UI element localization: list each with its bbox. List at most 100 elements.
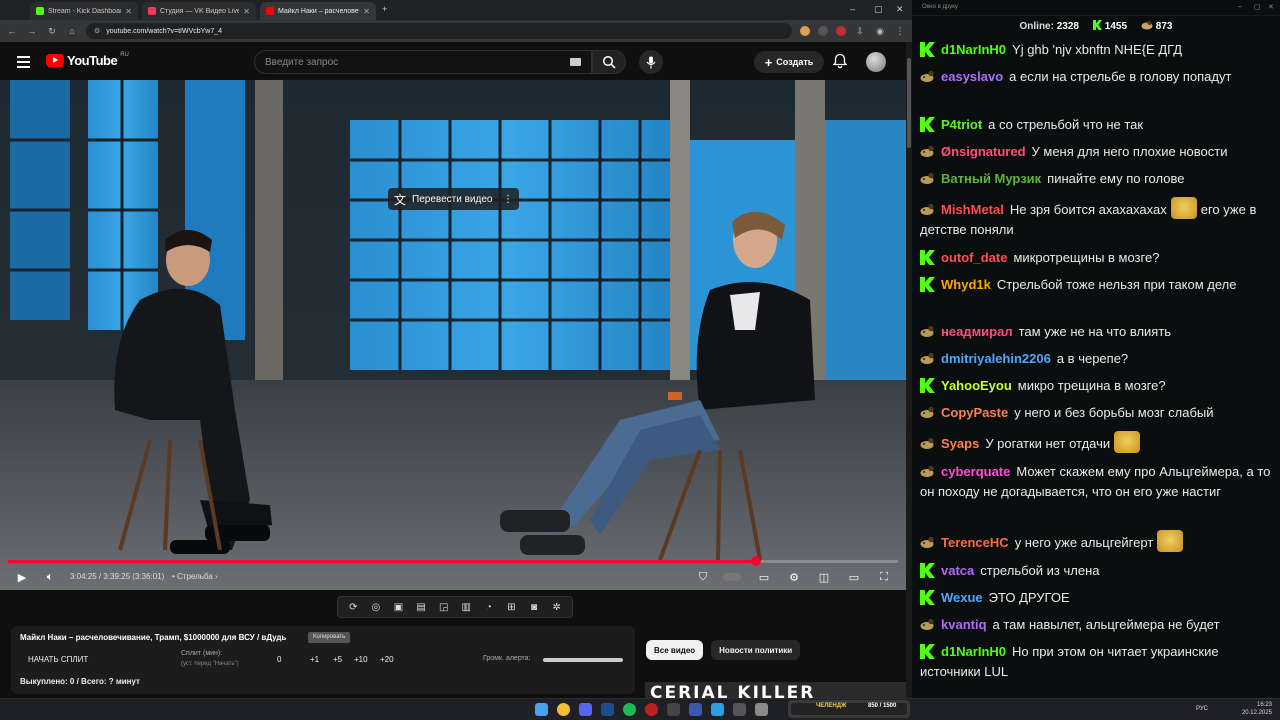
film-icon[interactable]: ▤ — [415, 601, 427, 613]
app-icon[interactable] — [667, 703, 680, 716]
obs-icon[interactable] — [645, 703, 658, 716]
shield-icon[interactable]: ⛉ — [695, 569, 711, 585]
chat-username[interactable]: Syaps — [941, 436, 979, 451]
fullscreen-icon[interactable]: ⛶ — [876, 569, 892, 585]
chat-username[interactable]: Ватный Мурзик — [941, 171, 1041, 186]
chat-username[interactable]: YahooEyou — [941, 378, 1012, 393]
url-field[interactable]: ⚙ youtube.com/watch?v=tIWVcbYw7_4 — [86, 23, 792, 39]
user-avatar[interactable] — [866, 52, 886, 72]
maximize-icon[interactable]: ▢ — [874, 4, 883, 15]
download-icon[interactable]: ⇩ — [854, 26, 866, 37]
add-10-button[interactable]: +10 — [354, 655, 368, 664]
chat-username[interactable]: outof_date — [941, 250, 1007, 265]
spotify-icon[interactable] — [623, 703, 636, 716]
profile-icon[interactable]: ◉ — [874, 26, 886, 37]
camera-icon[interactable]: ◙ — [528, 601, 540, 613]
close-tab-icon[interactable]: ✕ — [363, 7, 370, 16]
recommended-thumbnail[interactable]: CERIAL KILLER — [645, 682, 907, 698]
tab-youtube-video[interactable]: Майкл Наки – расчеловеч ✕ — [260, 2, 376, 20]
broadcast-icon[interactable]: ◎ — [370, 601, 382, 613]
translate-video-button[interactable]: 文 Перевести видео ⋮ — [388, 188, 519, 210]
back-icon[interactable]: ← — [6, 26, 18, 36]
chat-username[interactable]: Wexue — [941, 590, 983, 605]
chat-username[interactable]: kvantiq — [941, 617, 987, 632]
site-info-icon[interactable]: ⚙ — [94, 27, 100, 35]
youtube-logo[interactable]: YouTube RU — [46, 52, 129, 68]
add-1-button[interactable]: +1 — [310, 655, 319, 664]
add-5-button[interactable]: +5 — [333, 655, 342, 664]
chat-username[interactable]: неадмирал — [941, 324, 1013, 339]
chat-username[interactable]: MishMetal — [941, 202, 1004, 217]
video-player[interactable]: 文 Перевести видео ⋮ — [0, 80, 906, 590]
tab-vk-studio[interactable]: Студия — VK Видео Live ✕ — [142, 2, 256, 20]
home-icon[interactable]: ⌂ — [66, 26, 78, 36]
loop-icon[interactable]: ⟳ — [347, 601, 359, 613]
minimize-icon[interactable]: – — [1238, 3, 1242, 10]
add-icon[interactable]: ⊞ — [505, 601, 517, 613]
chat-username[interactable]: CopyPaste — [941, 405, 1008, 420]
chat-username[interactable]: vatca — [941, 563, 974, 578]
tab-kick-dashboard[interactable]: Stream - Kick Dashboard ✕ — [30, 2, 138, 20]
reload-icon[interactable]: ↻ — [46, 26, 58, 37]
voice-search-button[interactable] — [639, 50, 663, 74]
app-icon[interactable] — [755, 703, 768, 716]
miniplayer-icon[interactable]: ◫ — [816, 569, 832, 585]
settings-icon[interactable]: ✲ — [551, 601, 563, 613]
keyboard-icon[interactable] — [570, 58, 581, 66]
chip-politics-news[interactable]: Новости политики — [711, 640, 801, 660]
system-tray[interactable]: РУС 16:23 20.12.2025 — [1196, 701, 1272, 717]
chat-username[interactable]: dmitriyalehin2206 — [941, 351, 1051, 366]
app-icon[interactable] — [733, 703, 746, 716]
scrubber-handle[interactable] — [750, 556, 761, 566]
autoplay-toggle[interactable] — [722, 569, 742, 585]
extension-icon[interactable] — [836, 26, 846, 36]
chat-username[interactable]: TerenceHC — [941, 535, 1009, 550]
new-tab-icon[interactable]: + — [382, 4, 387, 14]
chat-username[interactable]: P4triot — [941, 117, 982, 132]
more-options-icon[interactable]: ⋮ — [503, 194, 513, 205]
create-button[interactable]: + Создать — [754, 51, 824, 73]
chat-username[interactable]: d1NarInH0 — [941, 42, 1006, 57]
speed-icon[interactable]: ◔ — [483, 601, 495, 613]
start-icon[interactable] — [535, 703, 548, 716]
close-tab-icon[interactable]: ✕ — [243, 7, 250, 16]
search-input[interactable]: Введите запрос — [254, 50, 592, 74]
clip-icon[interactable]: ▥ — [460, 601, 472, 613]
picture-in-picture-icon[interactable]: ◲ — [438, 601, 450, 613]
minimize-icon[interactable]: – — [850, 4, 855, 14]
close-window-icon[interactable]: ✕ — [896, 4, 904, 15]
telegram-icon[interactable] — [711, 703, 724, 716]
maximize-icon[interactable]: ▢ — [1254, 3, 1261, 11]
subtitles-icon[interactable]: ▭ — [756, 569, 772, 585]
close-tab-icon[interactable]: ✕ — [125, 7, 132, 16]
menu-hamburger-icon[interactable] — [17, 56, 30, 71]
play-icon[interactable]: ▶ — [14, 569, 30, 585]
challenge-widget[interactable]: ЧЕЛЕНДЖ 850 / 1500 — [788, 700, 910, 718]
extension-icon[interactable] — [818, 26, 828, 36]
chat-username[interactable]: cyberquate — [941, 464, 1010, 479]
chrome-icon[interactable] — [557, 703, 570, 716]
start-split-button[interactable]: НАЧАТЬ СПЛИТ — [28, 655, 88, 664]
close-icon[interactable]: ✕ — [1268, 3, 1274, 11]
notifications-bell-icon[interactable] — [832, 53, 848, 69]
screen-icon[interactable]: ▣ — [392, 601, 404, 613]
menu-icon[interactable]: ⋮ — [894, 26, 906, 37]
theater-mode-icon[interactable]: ▭ — [846, 569, 862, 585]
chat-username[interactable]: easyslavo — [941, 69, 1003, 84]
discord-icon[interactable] — [579, 703, 592, 716]
alert-volume-slider[interactable] — [543, 658, 623, 662]
chat-username[interactable]: Whyd1k — [941, 277, 991, 292]
copy-button[interactable]: Копировать — [308, 632, 351, 643]
extension-icon[interactable] — [800, 26, 810, 36]
add-20-button[interactable]: +20 — [380, 655, 394, 664]
forward-icon[interactable]: → — [26, 26, 38, 36]
settings-gear-icon[interactable]: ⚙ — [786, 569, 802, 585]
media-player-icon[interactable] — [689, 703, 702, 716]
chat-username[interactable]: Ønsignatured — [941, 144, 1026, 159]
chat-username[interactable]: d1NarInH0 — [941, 644, 1006, 659]
chapter-button[interactable]: • Стрельба › — [172, 572, 218, 581]
search-button[interactable] — [592, 50, 626, 74]
chip-all-videos[interactable]: Все видео — [646, 640, 704, 660]
volume-icon[interactable]: 🔈︎ — [42, 569, 58, 585]
progress-bar[interactable] — [8, 556, 898, 566]
